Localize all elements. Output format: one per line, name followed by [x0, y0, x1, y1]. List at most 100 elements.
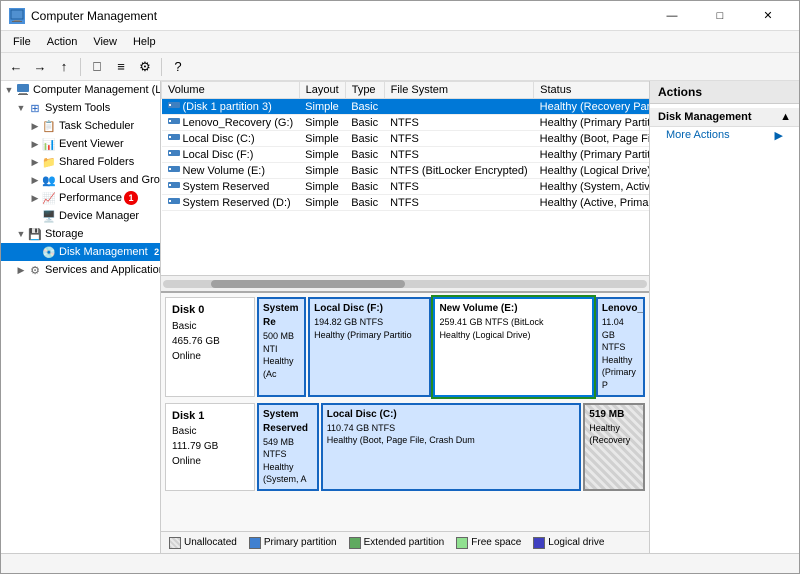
event-viewer-label: Event Viewer — [59, 138, 124, 150]
tree-local-users[interactable]: ▶ 👥 Local Users and Groups — [1, 171, 160, 189]
d0p2-status: Healthy (Primary Partitio — [314, 329, 425, 342]
logical-swatch — [533, 537, 545, 549]
primary-label: Primary partition — [264, 537, 337, 548]
col-fs[interactable]: File System — [384, 82, 534, 99]
menu-help[interactable]: Help — [125, 34, 164, 50]
d0p1-size: 500 MB NTI — [263, 330, 300, 355]
cell-volume: Local Disc (C:) — [162, 131, 300, 147]
col-volume[interactable]: Volume — [162, 82, 300, 99]
toolbar-show[interactable]: ⎕ — [86, 56, 108, 78]
tree-system-tools[interactable]: ▼ ⊞ System Tools — [1, 99, 160, 117]
disk0-partitions: System Re 500 MB NTI Healthy (Ac Local D… — [257, 297, 645, 397]
menu-file[interactable]: File — [5, 34, 39, 50]
device-manager-label: Device Manager — [59, 210, 139, 222]
unallocated-swatch — [169, 537, 181, 549]
disk1-partition3[interactable]: 519 MB Healthy (Recovery — [583, 403, 645, 491]
action-more-arrow: ▶ — [775, 129, 783, 142]
legend-logical: Logical drive — [533, 537, 604, 549]
table-row[interactable]: Local Disc (C:) Simple Basic NTFS Health… — [162, 131, 650, 147]
table-row[interactable]: New Volume (E:) Simple Basic NTFS (BitLo… — [162, 163, 650, 179]
shared-folders-icon: 📁 — [41, 154, 57, 170]
menu-bar: File Action View Help — [1, 31, 799, 53]
performance-badge: 1 — [124, 191, 138, 205]
col-layout[interactable]: Layout — [299, 82, 345, 99]
toolbar-back[interactable]: ← — [5, 56, 27, 78]
disk1-partition2[interactable]: Local Disc (C:) 110.74 GB NTFS Healthy (… — [321, 403, 582, 491]
tree-task-scheduler[interactable]: ▶ 📋 Task Scheduler — [1, 117, 160, 135]
disk1-name: Disk 1 — [172, 408, 248, 425]
toolbar-forward[interactable]: → — [29, 56, 51, 78]
table-row[interactable]: System Reserved Simple Basic NTFS Health… — [162, 179, 650, 195]
disk0-partition2[interactable]: Local Disc (F:) 194.82 GB NTFS Healthy (… — [308, 297, 431, 397]
free-swatch — [456, 537, 468, 549]
d1p2-name: Local Disc (C:) — [327, 408, 576, 422]
disk0-partition1[interactable]: System Re 500 MB NTI Healthy (Ac — [257, 297, 306, 397]
table-row[interactable]: Local Disc (F:) Simple Basic NTFS Health… — [162, 147, 650, 163]
col-type[interactable]: Type — [345, 82, 384, 99]
tree-shared-folders[interactable]: ▶ 📁 Shared Folders — [1, 153, 160, 171]
disk-management-label: Disk Management — [59, 246, 148, 258]
tree-services[interactable]: ▶ ⚙ Services and Applications — [1, 261, 160, 279]
table-scrollbar[interactable] — [161, 275, 649, 291]
local-users-icon: 👥 — [41, 172, 57, 188]
status-text — [7, 558, 10, 569]
main-area: ▼ Computer Management (Loca ▼ ⊞ System T… — [1, 81, 799, 553]
d1p1-size: 549 MB NTFS — [263, 436, 313, 461]
cell-layout: Simple — [299, 115, 345, 131]
cell-volume: System Reserved — [162, 179, 300, 195]
d0p4-status: Healthy (Primary P — [602, 354, 639, 392]
toolbar-help[interactable]: ? — [167, 56, 189, 78]
services-icon: ⚙ — [27, 262, 43, 278]
app-icon — [9, 8, 25, 24]
cell-fs: NTFS — [384, 179, 534, 195]
actions-section: Disk Management ▲ More Actions ▶ — [650, 104, 799, 147]
toolbar-list[interactable]: ≡ — [110, 56, 132, 78]
actions-section-title[interactable]: Disk Management ▲ — [650, 108, 799, 127]
table-row[interactable]: (Disk 1 partition 3) Simple Basic Health… — [162, 99, 650, 115]
tree-device-manager[interactable]: 🖥️ Device Manager — [1, 207, 160, 225]
tree-event-viewer[interactable]: ▶ 📊 Event Viewer — [1, 135, 160, 153]
maximize-button[interactable]: □ — [697, 1, 743, 31]
toolbar: ← → ↑ ⎕ ≡ ⚙ ? — [1, 53, 799, 81]
device-manager-icon: 🖥️ — [41, 208, 57, 224]
cell-type: Basic — [345, 99, 384, 115]
table-row[interactable]: Lenovo_Recovery (G:) Simple Basic NTFS H… — [162, 115, 650, 131]
minimize-button[interactable]: — — [649, 1, 695, 31]
cell-volume: Lenovo_Recovery (G:) — [162, 115, 300, 131]
disk0-name: Disk 0 — [172, 302, 248, 319]
tree-root[interactable]: ▼ Computer Management (Loca — [1, 81, 160, 99]
cell-volume: New Volume (E:) — [162, 163, 300, 179]
extended-label: Extended partition — [364, 537, 445, 548]
status-bar — [1, 553, 799, 573]
tree-performance[interactable]: ▶ 📈 Performance 1 — [1, 189, 160, 207]
tree-storage[interactable]: ▼ 💾 Storage — [1, 225, 160, 243]
d0p3-name: New Volume (E:) — [439, 302, 587, 316]
menu-view[interactable]: View — [85, 34, 125, 50]
cell-type: Basic — [345, 179, 384, 195]
close-button[interactable]: ✕ — [745, 1, 791, 31]
tree-root-toggle: ▼ — [3, 85, 15, 95]
legend-extended: Extended partition — [349, 537, 445, 549]
toolbar-up[interactable]: ↑ — [53, 56, 75, 78]
menu-action[interactable]: Action — [39, 34, 86, 50]
d0p1-status: Healthy (Ac — [263, 355, 300, 380]
col-status[interactable]: Status — [534, 82, 649, 99]
cell-status: Healthy (Primary Partition) — [534, 115, 649, 131]
actions-section-name: Disk Management — [658, 111, 752, 123]
shared-folders-label: Shared Folders — [59, 156, 134, 168]
tree-disk-management[interactable]: 💿 Disk Management 2 — [1, 243, 160, 261]
actions-panel: Actions Disk Management ▲ More Actions ▶ — [649, 81, 799, 553]
toolbar-settings[interactable]: ⚙ — [134, 56, 156, 78]
performance-icon: 📈 — [41, 190, 57, 206]
disk0-partition3[interactable]: New Volume (E:) 259.41 GB NTFS (BitLock … — [433, 297, 593, 397]
table-row[interactable]: System Reserved (D:) Simple Basic NTFS H… — [162, 195, 650, 211]
disk1-partition1[interactable]: System Reserved 549 MB NTFS Healthy (Sys… — [257, 403, 319, 491]
table-container[interactable]: Volume Layout Type File System Status (D… — [161, 81, 649, 275]
cell-status: Healthy (Primary Partition) — [534, 147, 649, 163]
storage-label: Storage — [45, 228, 84, 240]
d1p2-size: 110.74 GB NTFS — [327, 422, 576, 435]
disk0-partition4[interactable]: Lenovo_Recovery 11.04 GB NTFS Healthy (P… — [596, 297, 645, 397]
disk0-type: Basic — [172, 319, 248, 334]
action-more[interactable]: More Actions ▶ — [650, 127, 799, 143]
cell-fs — [384, 99, 534, 115]
